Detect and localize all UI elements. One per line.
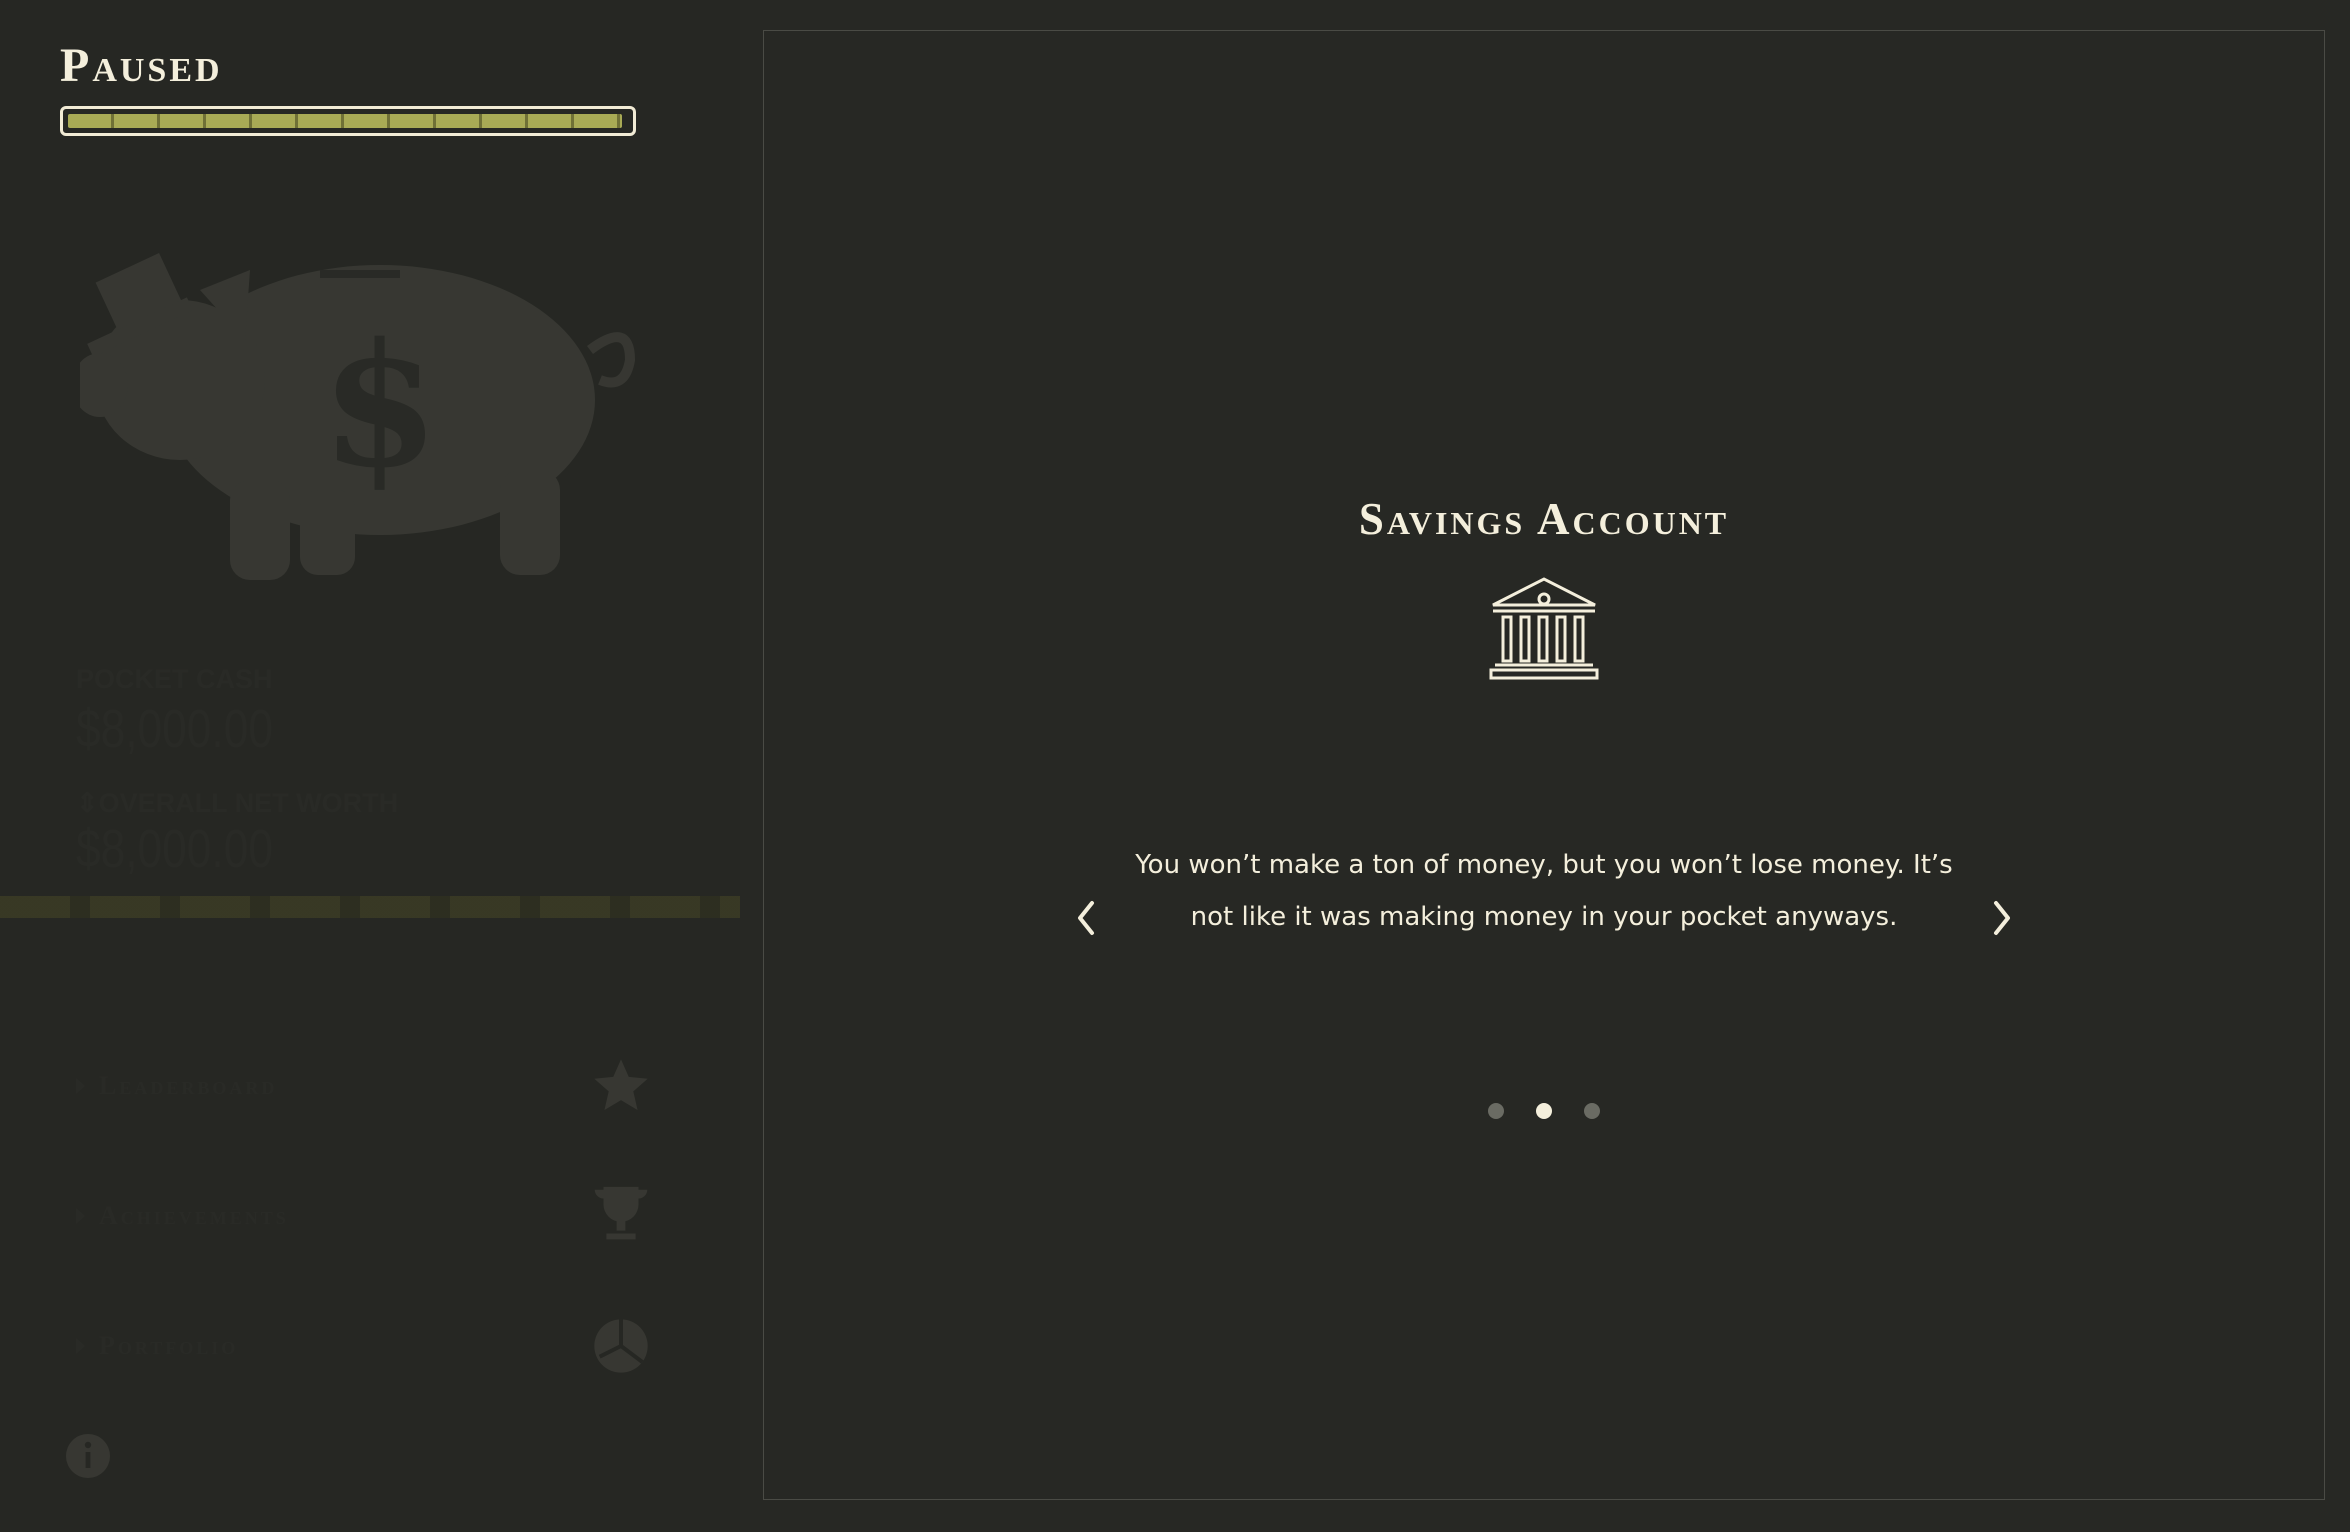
chevron-right-icon (1994, 901, 2010, 935)
progress-fill (68, 114, 623, 128)
svg-text:$: $ (321, 306, 439, 506)
sort-icon: ⇕ (76, 788, 99, 818)
sidebar-item-label: Leaderboard (99, 1071, 278, 1100)
next-slide-button[interactable] (1982, 893, 2022, 943)
pocket-cash-value: $8,000.00 (76, 699, 273, 759)
caret-right-icon (76, 1078, 85, 1094)
bank-icon (1489, 577, 1599, 680)
sidebar-item-achievements[interactable]: Achievements (76, 1176, 656, 1256)
pagination-dots (764, 1103, 2324, 1119)
pocket-cash-label: POCKET CASH (76, 664, 273, 694)
net-worth-label-text: OVERALL NET WORTH (98, 788, 399, 818)
progress-bar (60, 106, 636, 136)
sidebar: Paused $ POCKET CASH $8,000.00 ⇕OVERALL … (0, 0, 740, 1532)
caret-right-icon (76, 1208, 85, 1224)
sidebar-item-label: Achievements (99, 1201, 289, 1230)
net-worth-label: ⇕OVERALL NET WORTH (76, 788, 398, 819)
chevron-left-icon (1078, 901, 1094, 935)
card-description: You won’t make a ton of money, but you w… (1135, 850, 1953, 932)
paused-title: Paused (60, 39, 223, 92)
pagination-dot[interactable] (1536, 1103, 1552, 1119)
sidebar-item-portfolio[interactable]: Portfolio (76, 1306, 656, 1386)
market-ticker-strip (0, 896, 740, 918)
sidebar-item-label: Portfolio (99, 1331, 239, 1360)
card-title: Savings Account (1358, 494, 1730, 544)
pagination-dot[interactable] (1584, 1103, 1600, 1119)
piggy-bank-icon: $ (80, 253, 636, 580)
info-icon[interactable] (64, 1432, 112, 1480)
pie-chart-icon (586, 1311, 656, 1381)
trophy-icon (586, 1181, 656, 1251)
savings-account-card: Savings Account You won’t make a ton of … (763, 30, 2325, 1500)
star-icon (586, 1051, 656, 1121)
sidebar-item-leaderboard[interactable]: Leaderboard (76, 1046, 656, 1126)
progress-track (68, 114, 628, 128)
previous-slide-button[interactable] (1066, 893, 1106, 943)
net-worth-value: $8,000.00 (76, 819, 273, 879)
caret-right-icon (76, 1338, 85, 1354)
pagination-dot[interactable] (1488, 1103, 1504, 1119)
